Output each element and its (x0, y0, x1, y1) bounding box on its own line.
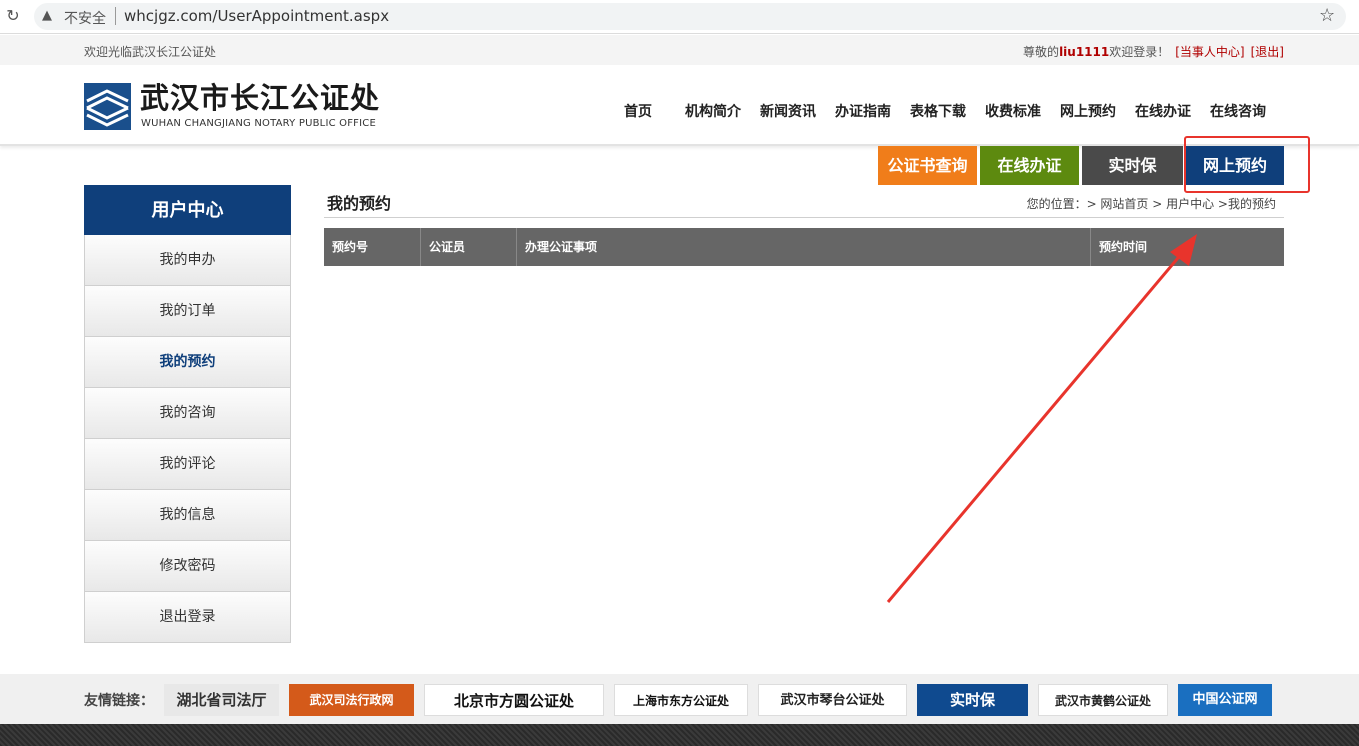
friend-links-bar: 友情链接： 湖北省司法厅 武汉司法行政网 北京市方圆公证处 上海市东方公证处 武… (0, 674, 1359, 724)
bookmark-star-icon[interactable]: ☆ (1319, 5, 1335, 26)
user-greeting: 尊敬的liu1111欢迎登录！ [当事人中心] [退出] (1023, 43, 1284, 60)
nav-guide[interactable]: 办证指南 (835, 101, 891, 121)
title-divider (324, 217, 1284, 218)
link-hubei-justice[interactable]: 湖北省司法厅 (164, 684, 279, 716)
friend-links-label: 友情链接： (84, 693, 154, 709)
sidebar-item-appointments[interactable]: 我的预约 (84, 337, 291, 388)
logout-link[interactable]: [退出] (1251, 45, 1284, 59)
nav-fees[interactable]: 收费标准 (985, 101, 1041, 121)
warning-icon: ▲ (42, 8, 52, 23)
page-title: 我的预约 (327, 194, 392, 213)
link-china-notary[interactable]: 中国公证网 (1178, 684, 1272, 716)
sidebar-item-orders[interactable]: 我的订单 (84, 286, 291, 337)
nav-online-service[interactable]: 在线办证 (1135, 101, 1191, 121)
top-info-bar: 欢迎光临武汉长江公证处 尊敬的liu1111欢迎登录！ [当事人中心] [退出] (0, 35, 1359, 65)
nav-news[interactable]: 新闻资讯 (760, 101, 816, 121)
nav-home[interactable]: 首页 (624, 101, 652, 121)
greeting-prefix: 尊敬的 (1023, 45, 1060, 59)
sidebar-title: 用户中心 (84, 185, 291, 235)
logo-title: 武汉市长江公证处 (140, 81, 381, 115)
username: liu1111 (1059, 45, 1110, 59)
breadcrumb[interactable]: 您的位置：> 网站首页 > 用户中心 >我的预约 (1027, 195, 1276, 212)
welcome-text: 欢迎光临武汉长江公证处 (84, 45, 217, 59)
browser-toolbar: ↻ ▲ 不安全 whcjgz.com/UserAppointment.aspx … (0, 0, 1359, 34)
link-shanghai-dongfang[interactable]: 上海市东方公证处 (614, 684, 748, 716)
sidebar-item-info[interactable]: 我的信息 (84, 490, 291, 541)
column-notary: 公证员 (421, 228, 517, 266)
nav-consult[interactable]: 在线咨询 (1210, 101, 1266, 121)
greeting-suffix: 欢迎登录！ (1109, 45, 1170, 59)
link-wuhan-justice[interactable]: 武汉司法行政网 (289, 684, 414, 716)
realtime-protect-button[interactable]: 实时保 (1082, 146, 1183, 185)
link-beijing-fangyuan[interactable]: 北京市方圆公证处 (424, 684, 604, 716)
nav-appointment[interactable]: 网上预约 (1060, 101, 1116, 121)
logo-icon[interactable] (84, 83, 131, 130)
sidebar-item-logout[interactable]: 退出登录 (84, 592, 291, 643)
logo-subtitle: WUHAN CHANGJIANG NOTARY PUBLIC OFFICE (141, 118, 376, 129)
address-bar[interactable]: ▲ 不安全 whcjgz.com/UserAppointment.aspx ☆ (34, 3, 1346, 30)
nav-about[interactable]: 机构简介 (685, 101, 741, 121)
column-matter: 办理公证事项 (517, 228, 1091, 266)
sidebar-item-password[interactable]: 修改密码 (84, 541, 291, 592)
link-wuhan-qintai[interactable]: 武汉市琴台公证处 (758, 684, 907, 716)
column-appointment-no: 预约号 (324, 228, 421, 266)
sidebar-item-comments[interactable]: 我的评论 (84, 439, 291, 490)
sidebar-item-consultations[interactable]: 我的咨询 (84, 388, 291, 439)
column-appointment-time: 预约时间 (1099, 240, 1148, 254)
link-wuhan-huanghe[interactable]: 武汉市黄鹤公证处 (1038, 684, 1168, 716)
security-label: 不安全 (64, 11, 106, 27)
bottom-pattern-bar (0, 724, 1359, 746)
sidebar-item-applications[interactable]: 我的申办 (84, 235, 291, 286)
url-text[interactable]: whcjgz.com/UserAppointment.aspx (124, 7, 389, 25)
party-center-link[interactable]: [当事人中心] (1175, 45, 1244, 59)
nav-forms[interactable]: 表格下载 (910, 101, 966, 121)
appointment-table-header: 预约号 公证员 办理公证事项 预约时间 (324, 228, 1284, 266)
reload-icon[interactable]: ↻ (4, 7, 22, 25)
link-realtime-protect[interactable]: 实时保 (917, 684, 1028, 716)
certificate-query-button[interactable]: 公证书查询 (878, 146, 977, 185)
highlight-box (1184, 136, 1310, 193)
online-service-button[interactable]: 在线办证 (980, 146, 1079, 185)
site-header: 武汉市长江公证处 WUHAN CHANGJIANG NOTARY PUBLIC … (0, 65, 1359, 146)
address-divider (115, 7, 116, 25)
